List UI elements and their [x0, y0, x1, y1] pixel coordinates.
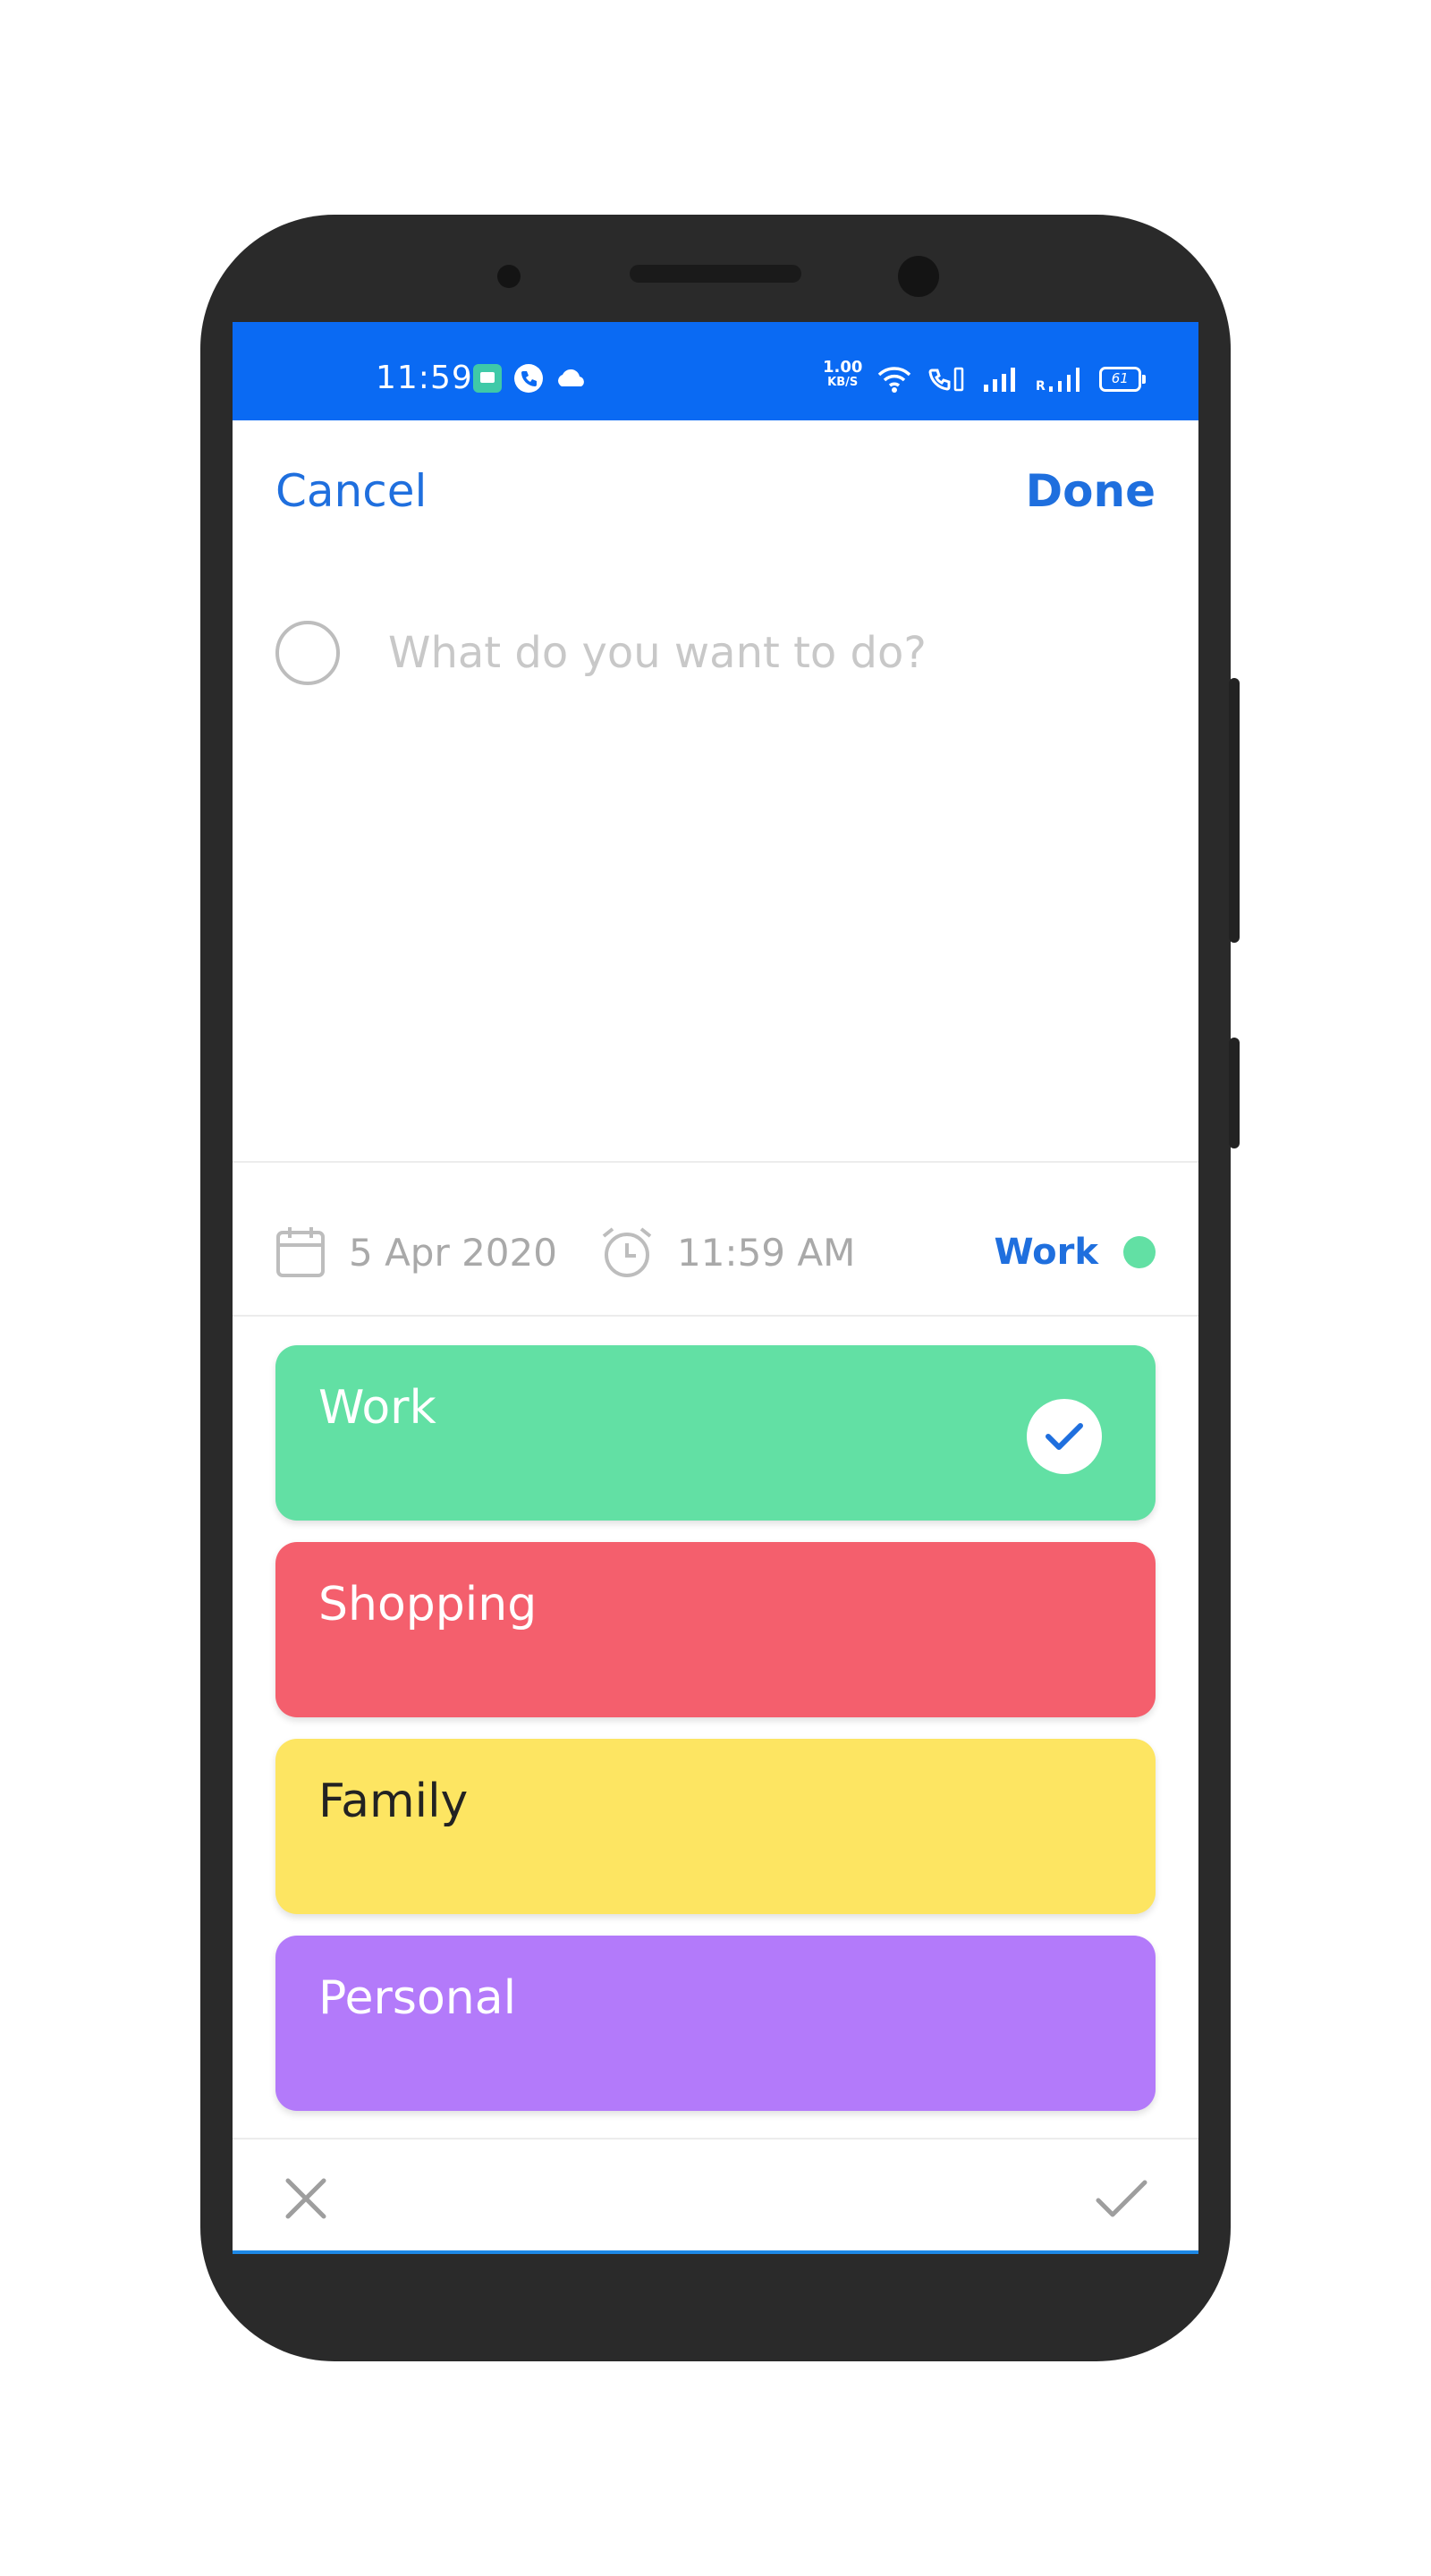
divider	[233, 1161, 1198, 1163]
status-time: 11:59	[376, 360, 473, 396]
time-value: 11:59 AM	[676, 1230, 856, 1275]
selected-category[interactable]: Work	[994, 1232, 1156, 1273]
signal-roaming-icon: R	[1036, 365, 1083, 394]
category-label: Shopping	[318, 1578, 538, 1631]
category-card-family[interactable]: Family	[275, 1739, 1156, 1914]
top-bar: Cancel Done	[233, 465, 1198, 537]
time-picker[interactable]: 11:59 AM	[600, 1225, 855, 1279]
category-list: Work Shopping Family Personal	[275, 1345, 1156, 2132]
message-icon	[473, 364, 502, 393]
volume-button[interactable]	[1229, 678, 1240, 943]
check-icon[interactable]	[1095, 2177, 1148, 2220]
wifi-icon	[877, 367, 911, 393]
proximity-sensor	[497, 265, 521, 288]
network-speed-unit: KB/S	[827, 376, 859, 389]
done-button[interactable]: Done	[1026, 465, 1156, 517]
task-complete-checkbox[interactable]	[275, 621, 340, 685]
task-row	[275, 617, 1156, 689]
task-title-input[interactable]	[388, 624, 1148, 682]
battery-icon: 61	[1098, 367, 1146, 392]
network-speed-value: 1.00	[823, 358, 863, 377]
earpiece-speaker	[630, 265, 801, 283]
phone-frame: 11:59 1.00 KB/S R 61 Cancel Done What do…	[200, 215, 1240, 2361]
status-bar: 11:59 1.00 KB/S R 61	[233, 322, 1198, 420]
roaming-label: R	[1036, 379, 1046, 394]
alarm-clock-icon	[602, 1227, 652, 1277]
battery-level: 61	[1111, 370, 1129, 386]
bottom-bar	[233, 2140, 1198, 2254]
close-icon[interactable]	[283, 2175, 329, 2222]
signal-icon	[984, 368, 1015, 392]
power-button[interactable]	[1229, 1038, 1240, 1148]
divider	[233, 1315, 1198, 1317]
network-speed: 1.00 KB/S	[823, 360, 862, 390]
screen-bottom-edge	[233, 2250, 1198, 2254]
selected-category-dot	[1123, 1236, 1156, 1268]
status-icons: R 61	[876, 361, 1146, 397]
screen: 11:59 1.00 KB/S R 61 Cancel Done What do…	[233, 322, 1198, 2254]
check-icon	[1046, 1423, 1083, 1450]
selected-category-label: Work	[994, 1232, 1098, 1273]
category-card-shopping[interactable]: Shopping	[275, 1542, 1156, 1717]
category-label: Work	[318, 1381, 436, 1435]
selected-check-badge	[1027, 1399, 1102, 1474]
category-card-work[interactable]: Work	[275, 1345, 1156, 1521]
date-picker[interactable]: 5 Apr 2020	[275, 1225, 557, 1279]
phone-icon	[514, 364, 543, 393]
date-value: 5 Apr 2020	[349, 1230, 557, 1275]
cloud-icon	[558, 369, 584, 386]
calendar-icon	[276, 1227, 325, 1277]
category-card-personal[interactable]: Personal	[275, 1936, 1156, 2111]
volte-wifi-icon	[928, 367, 964, 392]
cancel-button[interactable]: Cancel	[275, 465, 427, 517]
signal-roaming-bars	[1048, 368, 1080, 392]
category-label: Family	[318, 1775, 469, 1828]
task-meta-row: 5 Apr 2020 11:59 AM Work	[275, 1216, 1156, 1288]
category-label: Personal	[318, 1971, 517, 2025]
front-camera	[898, 256, 939, 297]
